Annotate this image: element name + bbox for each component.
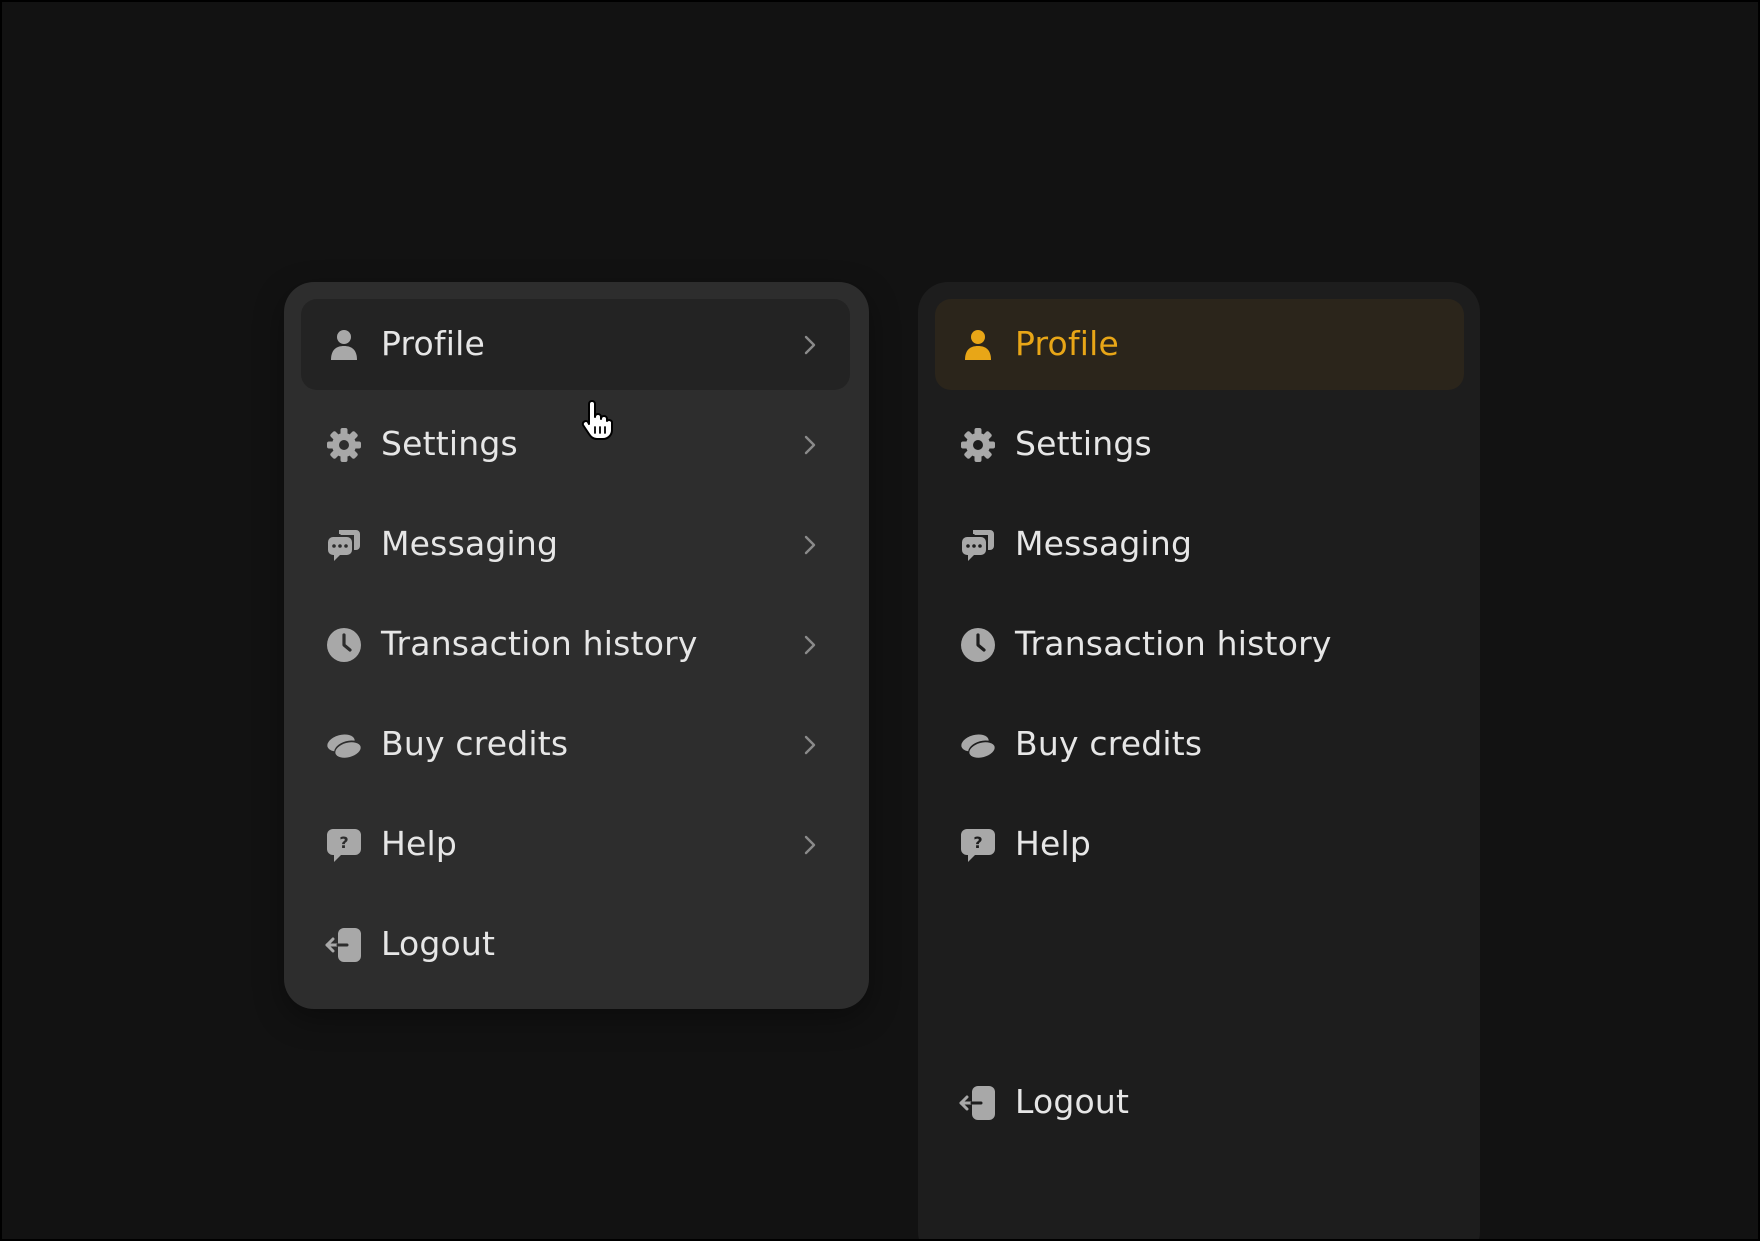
sidebar-item-label: Settings: [1015, 424, 1152, 463]
sidebar-item-label: Profile: [1015, 324, 1120, 363]
chevron-right-icon: [803, 734, 817, 756]
menu-item-label: Transaction history: [381, 624, 698, 663]
menu-item-label: Help: [381, 824, 458, 863]
sidebar-item-logout[interactable]: Logout: [935, 1057, 1464, 1148]
menu-item-profile[interactable]: Profile: [301, 299, 850, 390]
sidebar-item-label: Logout: [1015, 1082, 1130, 1121]
sidebar-item-profile[interactable]: Profile: [935, 299, 1464, 390]
clock-icon: [959, 626, 997, 664]
gear-icon: [959, 426, 997, 464]
chevron-right-icon: [803, 434, 817, 456]
chevron-right-icon: [803, 334, 817, 356]
menu-item-help[interactable]: ? Help: [301, 799, 850, 890]
help-bubble-icon: ?: [959, 826, 997, 864]
chat-bubbles-icon: [959, 526, 997, 564]
sidebar-item-label: Transaction history: [1015, 624, 1332, 663]
menu-item-label: Messaging: [381, 524, 559, 563]
menu-item-logout[interactable]: Logout: [301, 899, 850, 990]
sidebar-item-help[interactable]: ? Help: [935, 799, 1464, 890]
gear-icon: [325, 426, 363, 464]
sidebar-item-transaction-history[interactable]: Transaction history: [935, 599, 1464, 690]
canvas: Profile Settings Messaging Transaction h…: [0, 0, 1760, 1241]
svg-text:?: ?: [339, 833, 348, 852]
hand-pointer-cursor-icon: [580, 400, 614, 440]
sidebar-item-messaging[interactable]: Messaging: [935, 499, 1464, 590]
chevron-right-icon: [803, 834, 817, 856]
sidebar: Profile Settings Messaging Transaction h…: [918, 282, 1480, 1239]
dropdown-menu: Profile Settings Messaging Transaction h…: [284, 282, 869, 1009]
svg-text:?: ?: [973, 833, 982, 852]
menu-item-label: Settings: [381, 424, 518, 463]
sidebar-item-label: Messaging: [1015, 524, 1193, 563]
menu-item-messaging[interactable]: Messaging: [301, 499, 850, 590]
menu-item-transaction-history[interactable]: Transaction history: [301, 599, 850, 690]
chevron-right-icon: [803, 534, 817, 556]
user-icon: [325, 326, 363, 364]
user-icon: [959, 326, 997, 364]
menu-item-label: Buy credits: [381, 724, 569, 763]
chat-bubbles-icon: [325, 526, 363, 564]
sidebar-item-label: Help: [1015, 824, 1092, 863]
chevron-right-icon: [803, 634, 817, 656]
menu-item-settings[interactable]: Settings: [301, 399, 850, 490]
coins-icon: [325, 726, 363, 764]
sidebar-item-buy-credits[interactable]: Buy credits: [935, 699, 1464, 790]
help-bubble-icon: ?: [325, 826, 363, 864]
clock-icon: [325, 626, 363, 664]
menu-item-label: Logout: [381, 924, 496, 963]
sidebar-item-settings[interactable]: Settings: [935, 399, 1464, 490]
sidebar-item-label: Buy credits: [1015, 724, 1203, 763]
menu-item-buy-credits[interactable]: Buy credits: [301, 699, 850, 790]
coins-icon: [959, 726, 997, 764]
logout-icon: [959, 1084, 997, 1122]
menu-item-label: Profile: [381, 324, 486, 363]
logout-icon: [325, 926, 363, 964]
